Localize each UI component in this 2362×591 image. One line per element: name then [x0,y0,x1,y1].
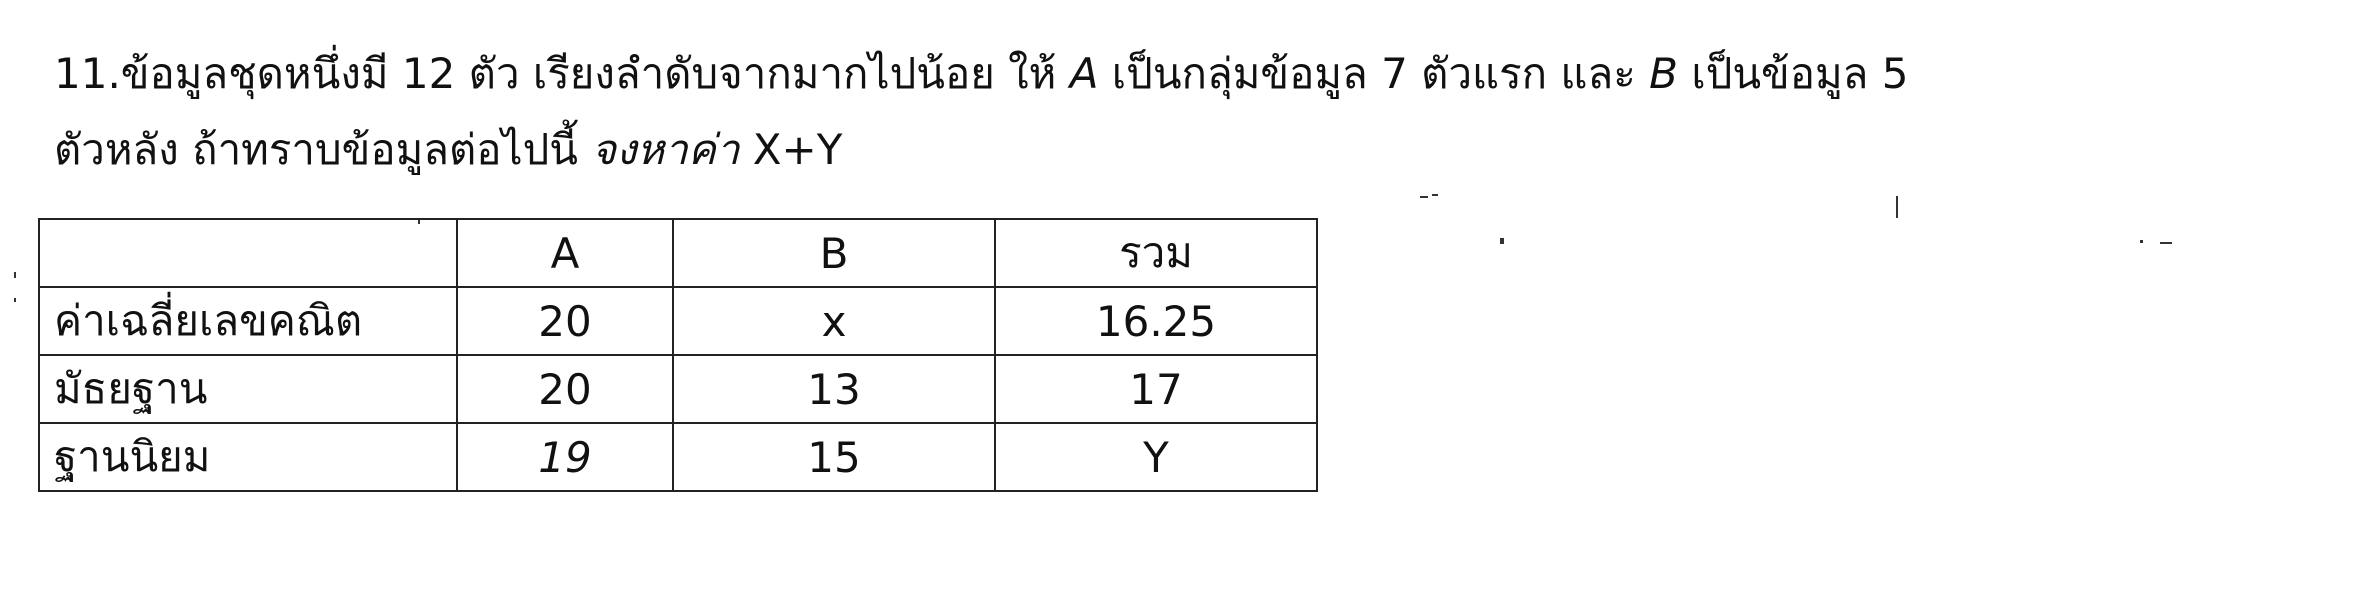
variable-a: A [1069,49,1099,98]
mode-total: Y [994,422,1318,492]
header-cell-total: รวม [994,218,1318,288]
question-line-1: 11.ข้อมูลชุดหนึ่งมี 12 ตัว เรียงลำดับจาก… [54,36,1934,112]
scan-speck [1896,196,1898,218]
row-label-median: มัธยฐาน [38,354,458,424]
row-label-mode: ฐานนิยม [38,422,458,492]
mean-a: 20 [456,286,674,356]
header-cell-empty [38,218,458,288]
scan-speck [418,220,420,224]
question-number: 11. [54,49,121,98]
question-line1-part3: เป็นข้อมูล 5 [1677,49,1909,98]
mode-a: 19 [456,422,674,492]
table-row-median: มัธยฐาน 20 13 17 [38,354,1318,424]
question-text: 11.ข้อมูลชุดหนึ่งมี 12 ตัว เรียงลำดับจาก… [54,36,1934,188]
mean-total: 16.25 [994,286,1318,356]
question-line-2: ตัวหลัง ถ้าทราบข้อมูลต่อไปนี้ จงหาค่า X+… [54,112,1934,188]
scan-speck [1500,238,1504,244]
scan-speck [14,272,16,278]
scan-speck [1432,194,1438,196]
row-label-mean: ค่าเฉลี่ยเลขคณิต [38,286,458,356]
scan-speck [1420,196,1428,198]
median-b: 13 [672,354,996,424]
header-cell-b: B [672,218,996,288]
table-row-mode: ฐานนิยม 19 15 Y [38,422,1318,492]
table-header-row: A B รวม [38,218,1318,288]
header-cell-a: A [456,218,674,288]
scan-speck [2160,242,2172,244]
mean-b: x [672,286,996,356]
table-row-mean: ค่าเฉลี่ยเลขคณิต 20 x 16.25 [38,286,1318,356]
question-line1-part2: เป็นกลุ่มข้อมูล 7 ตัวแรก และ [1098,49,1650,98]
mode-b: 15 [672,422,996,492]
median-a: 20 [456,354,674,424]
median-total: 17 [994,354,1318,424]
scan-speck [2140,240,2143,243]
question-instruction: จงหาค่า [591,125,740,174]
question-target: X+Y [739,125,843,174]
question-line2-part1: ตัวหลัง ถ้าทราบข้อมูลต่อไปนี้ [54,125,592,174]
scan-speck [14,298,16,302]
question-line1-part1: ข้อมูลชุดหนึ่งมี 12 ตัว เรียงลำดับจากมาก… [120,49,1070,98]
data-table: A B รวม ค่าเฉลี่ยเลขคณิต 20 x 16.25 มัธย… [38,218,1318,492]
variable-b: B [1649,49,1678,98]
